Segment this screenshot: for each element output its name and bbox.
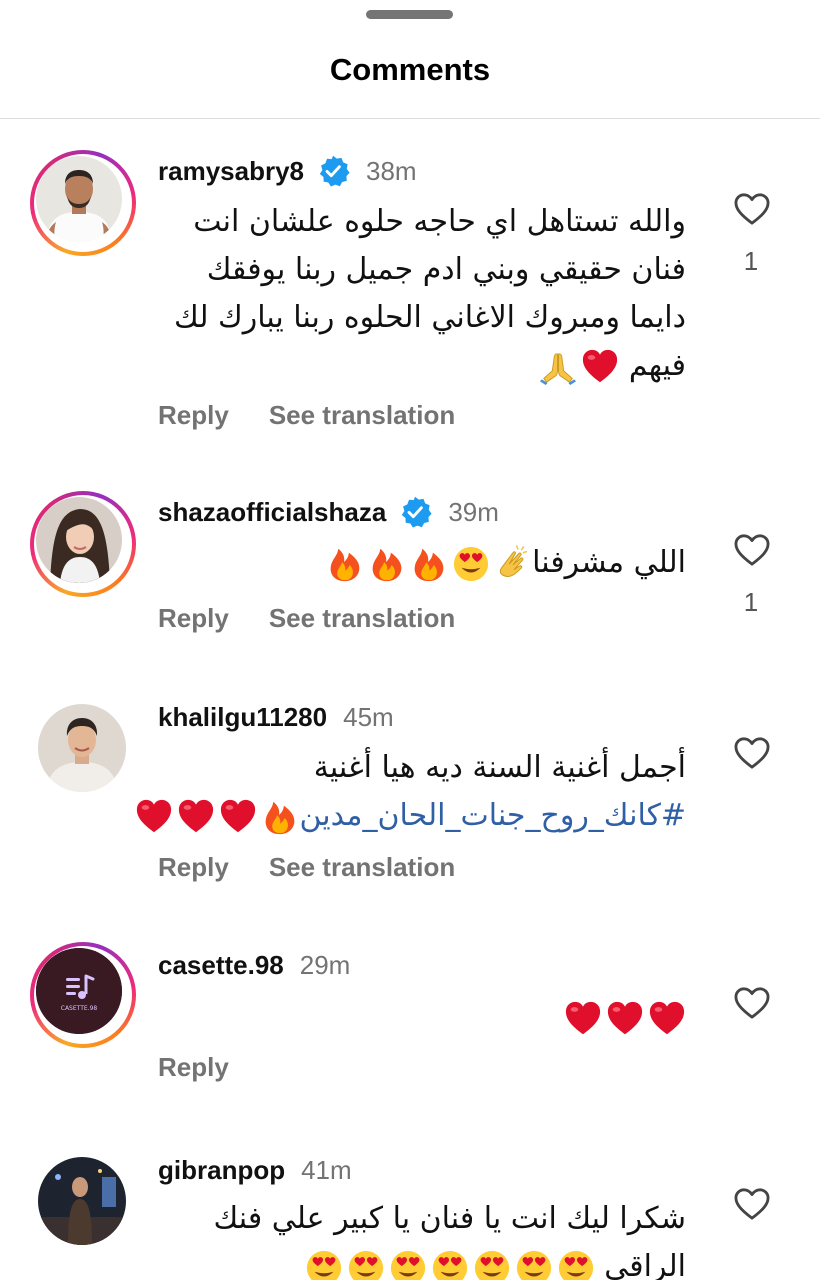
fire-emoji <box>261 798 299 836</box>
reply-button[interactable]: Reply <box>158 603 229 634</box>
emoji-group <box>539 348 619 386</box>
comment-line: دايما ومبروك الاغاني الحلوه ربنا يبارك ل… <box>174 300 686 335</box>
comment-actions: Reply <box>158 1052 229 1083</box>
comment-line-with-emoji: فيهم <box>140 342 686 390</box>
comment-text: شكرا ليك انت يا فنان يا كبير علي فنك الر… <box>140 1195 686 1280</box>
comment-line-with-emoji: #كانك_روح_جنات_الحان_مدين <box>140 792 686 840</box>
heart-eyes-face-emoji <box>452 545 490 583</box>
timestamp: 45m <box>343 701 394 732</box>
timestamp: 39m <box>448 496 499 527</box>
reply-button[interactable]: Reply <box>158 852 229 883</box>
comment-line: والله تستاهل اي حاجه حلوه علشان انت <box>193 204 686 239</box>
heart-eyes-face-emoji <box>431 1249 469 1280</box>
avatar[interactable] <box>38 1157 126 1245</box>
heart-outline-icon[interactable] <box>733 986 771 1020</box>
comment-header: gibranpop 41m <box>158 1153 352 1187</box>
avatar[interactable] <box>30 491 136 597</box>
emoji-group <box>326 545 532 583</box>
folded-hands-emoji <box>539 348 577 386</box>
drag-handle[interactable] <box>366 10 453 19</box>
comment-line-with-emoji <box>140 994 686 1042</box>
red-heart-emoji <box>177 798 215 836</box>
heart-eyes-face-emoji <box>473 1249 511 1280</box>
page-title: Comments <box>329 52 491 87</box>
fire-emoji <box>410 545 448 583</box>
comment-header: shazaofficialshaza 39m <box>158 495 499 529</box>
comment-line-with-emoji: اللي مشرفنا <box>140 539 686 587</box>
comment-actions: Reply See translation <box>158 603 455 634</box>
fire-emoji <box>368 545 406 583</box>
heart-eyes-face-emoji <box>557 1249 595 1280</box>
verified-badge-icon <box>316 154 350 188</box>
comment-line: فنان حقيقي وبني ادم جميل ربنا يوفقك <box>206 252 686 287</box>
avatar[interactable] <box>30 150 136 256</box>
comment-line: اللي مشرفنا <box>532 545 686 580</box>
comment-line: أجمل أغنية السنة ديه هيا أغنية <box>313 750 686 785</box>
timestamp: 38m <box>366 155 417 186</box>
header-divider <box>0 118 820 119</box>
comment-header: khalilgu11280 45m <box>158 700 394 734</box>
clapping-hands-emoji <box>494 545 532 583</box>
reply-button[interactable]: Reply <box>158 1052 229 1083</box>
timestamp: 29m <box>299 949 351 980</box>
avatar[interactable]: CASETTE.98 <box>30 942 136 1048</box>
avatar-logo-text: CASETTE.98 <box>61 1005 98 1012</box>
comment-line: شكرا ليك انت يا فنان يا كبير علي فنك <box>213 1201 687 1236</box>
see-translation-button[interactable]: See translation <box>269 852 455 883</box>
heart-eyes-face-emoji <box>347 1249 385 1280</box>
emoji-group <box>305 1249 595 1280</box>
comment-line-with-emoji: الراقي <box>140 1243 686 1280</box>
heart-outline-icon[interactable] <box>733 192 771 226</box>
comment-line: فيهم <box>628 348 686 383</box>
red-heart-emoji <box>135 798 173 836</box>
heart-outline-icon[interactable] <box>733 736 771 770</box>
comment-line: الراقي <box>604 1249 686 1280</box>
comment-text: والله تستاهل اي حاجه حلوه علشان انت فنان… <box>140 198 686 390</box>
red-heart-emoji <box>219 798 257 836</box>
heart-eyes-face-emoji <box>389 1249 427 1280</box>
red-heart-emoji <box>606 1000 644 1038</box>
red-heart-emoji <box>648 1000 686 1038</box>
comment-text <box>140 994 686 1042</box>
username[interactable]: khalilgu11280 <box>158 702 327 733</box>
username[interactable]: ramysabry8 <box>158 156 304 187</box>
username[interactable]: casette.98 <box>158 950 284 981</box>
red-heart-emoji <box>564 1000 602 1038</box>
heart-outline-icon[interactable] <box>733 1187 771 1221</box>
comment-text: اللي مشرفنا <box>140 539 686 587</box>
verified-badge-icon <box>398 495 432 529</box>
like-count: 1 <box>743 587 759 617</box>
timestamp: 41m <box>301 1154 352 1185</box>
like-count: 1 <box>743 246 759 276</box>
comment-actions: Reply See translation <box>158 400 455 431</box>
heart-eyes-face-emoji <box>305 1249 343 1280</box>
comment-header: ramysabry8 38m <box>158 154 417 188</box>
reply-button[interactable]: Reply <box>158 400 229 431</box>
red-heart-emoji <box>581 348 619 386</box>
see-translation-button[interactable]: See translation <box>269 603 455 634</box>
heart-outline-icon[interactable] <box>733 533 771 567</box>
emoji-group <box>135 798 299 836</box>
avatar[interactable] <box>38 704 126 792</box>
comment-text: أجمل أغنية السنة ديه هيا أغنية #كانك_روح… <box>140 744 686 840</box>
comment-header: casette.98 29m <box>158 948 350 982</box>
comment-actions: Reply See translation <box>158 852 455 883</box>
username[interactable]: shazaofficialshaza <box>158 497 386 528</box>
emoji-group <box>564 1000 686 1038</box>
hashtag-link[interactable]: #كانك_روح_جنات_الحان_مدين <box>299 798 686 833</box>
fire-emoji <box>326 545 364 583</box>
see-translation-button[interactable]: See translation <box>269 400 455 431</box>
username[interactable]: gibranpop <box>158 1155 285 1186</box>
heart-eyes-face-emoji <box>515 1249 553 1280</box>
